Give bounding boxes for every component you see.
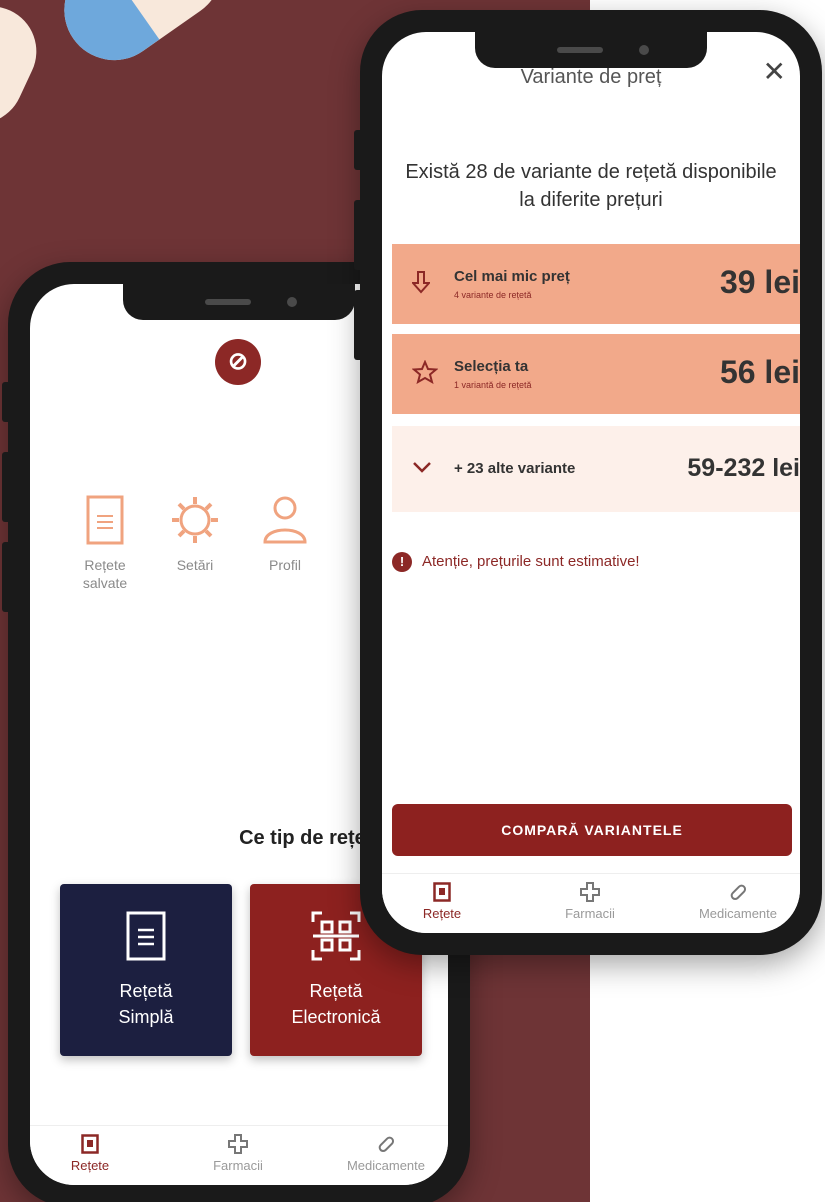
saved-prescriptions-button[interactable]: Rețete salvate: [65, 494, 145, 592]
tab-retete[interactable]: Rețete: [382, 882, 502, 921]
document-icon: [126, 911, 166, 961]
quick-action-label: Profil: [269, 557, 301, 573]
row-title: + 23 alte variante: [454, 460, 576, 477]
app-logo: ⊘: [215, 339, 261, 385]
row-price: 39 lei: [719, 264, 800, 300]
tab-medicamente[interactable]: Medicamente: [678, 882, 798, 921]
row-title: Cel mai mic preț: [454, 268, 570, 285]
tab-retete[interactable]: Rețete: [30, 1134, 150, 1173]
row-price: 59-232 lei: [687, 454, 800, 482]
arrow-down-icon: [412, 271, 430, 294]
pill-icon: [730, 884, 747, 901]
user-icon: [263, 496, 307, 544]
row-title: Selecția ta: [454, 358, 529, 375]
cheapest-price-row[interactable]: Cel mai mic preț 4 variante de rețetă 39…: [392, 244, 800, 324]
card-label: Rețetă Electronică: [291, 981, 381, 1027]
tab-farmacii[interactable]: Farmacii: [178, 1134, 298, 1173]
tab-label: Rețete: [422, 906, 462, 921]
close-icon[interactable]: ✕: [763, 58, 786, 86]
tab-medicamente[interactable]: Medicamente: [326, 1134, 446, 1173]
phone-notch: [123, 284, 355, 320]
settings-button[interactable]: Setări: [155, 494, 235, 574]
estimate-warning: ! Atenție, prețurile sunt estimative!: [392, 552, 640, 572]
row-subtitle: 4 variante de rețetă: [454, 290, 532, 300]
gear-icon: [172, 497, 218, 543]
price-variants-screen: Variante de preț ✕ Există 28 de variante…: [382, 32, 800, 933]
variants-summary: Există 28 de variante de rețetă disponib…: [405, 161, 777, 211]
compare-variants-button[interactable]: COMPARĂ VARIANTELE: [392, 804, 792, 856]
cross-icon: [580, 882, 600, 902]
star-icon: [412, 360, 438, 384]
profile-button[interactable]: Profil: [245, 494, 325, 574]
tab-label: Rețete: [70, 1158, 110, 1173]
cross-icon: [228, 1134, 248, 1154]
quick-action-label: Setări: [176, 557, 214, 573]
document-icon: [86, 495, 124, 545]
bottom-tab-bar: Rețete Farmacii Medicamente: [382, 873, 800, 933]
tab-farmacii[interactable]: Farmacii: [530, 882, 650, 921]
row-subtitle: 1 variantă de rețetă: [454, 380, 532, 390]
tab-label: Medicamente: [698, 906, 778, 921]
info-icon: !: [392, 552, 412, 572]
prescription-icon: [81, 1134, 99, 1154]
simple-prescription-card[interactable]: Rețetă Simplă: [60, 884, 232, 1056]
tab-label: Farmacii: [213, 1158, 263, 1173]
your-selection-row[interactable]: Selecția ta 1 variantă de rețetă 56 lei: [392, 334, 800, 414]
other-variants-row[interactable]: + 23 alte variante 59-232 lei: [392, 426, 800, 512]
prescription-icon: [433, 882, 451, 902]
row-price: 56 lei: [719, 354, 800, 390]
tab-label: Medicamente: [346, 1158, 426, 1173]
pill-icon: [378, 1136, 395, 1153]
chevron-down-icon: [413, 462, 431, 473]
phone-notch: [475, 32, 707, 68]
card-label: Rețetă Simplă: [118, 981, 174, 1027]
phone-price-variants: Variante de preț ✕ Există 28 de variante…: [354, 10, 822, 955]
modal-title: Variante de preț: [520, 66, 662, 88]
bottom-tab-bar: Rețete Farmacii Medicamente: [30, 1125, 448, 1185]
tab-label: Farmacii: [565, 906, 615, 921]
qr-code-icon: [311, 911, 361, 961]
warning-text: Atenție, prețurile sunt estimative!: [422, 552, 640, 570]
quick-action-label: Rețete salvate: [82, 557, 128, 591]
